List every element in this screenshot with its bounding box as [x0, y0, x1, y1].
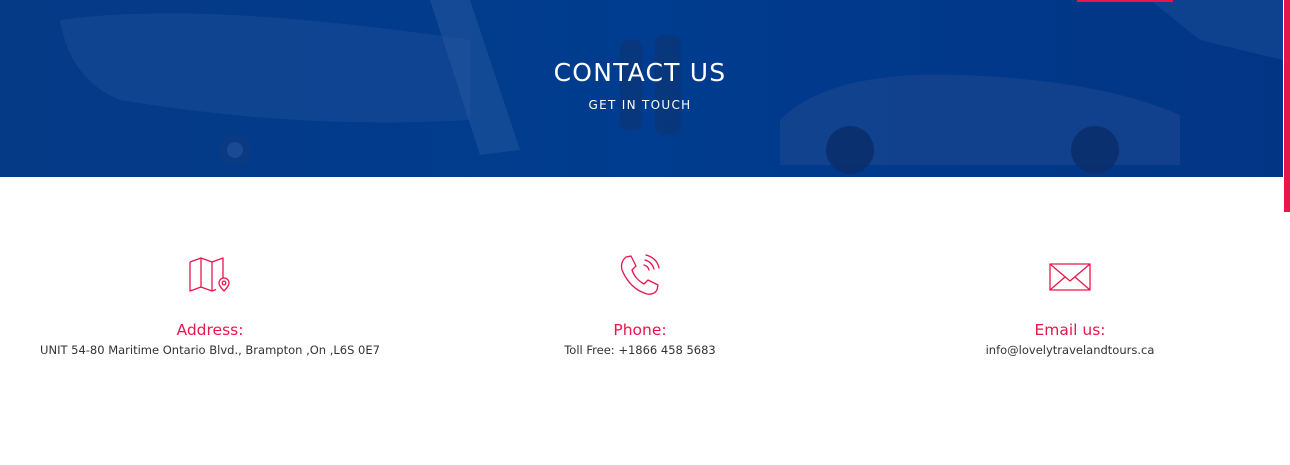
contact-email-block: Email us: info@lovelytravelandtours.ca: [920, 253, 1220, 357]
address-label: Address:: [176, 321, 244, 339]
banner-background-photo: [0, 0, 1283, 177]
page-title: CONTACT US: [553, 58, 727, 87]
email-label: Email us:: [1034, 321, 1106, 339]
contact-address-block: Address: UNIT 54-80 Maritime Ontario Blv…: [20, 253, 400, 357]
email-value[interactable]: info@lovelytravelandtours.ca: [920, 343, 1220, 357]
contact-phone-block: Phone: Toll Free: +1866 458 5683: [470, 253, 810, 357]
phone-icon: [620, 254, 660, 295]
phone-value[interactable]: Toll Free: +1866 458 5683: [470, 343, 810, 357]
page-banner: CONTACT US GET IN TOUCH: [0, 0, 1283, 177]
phone-label: Phone:: [613, 321, 667, 339]
page-subtitle: GET IN TOUCH: [588, 98, 692, 112]
map-pin-icon: [189, 257, 230, 292]
scrollbar-thumb[interactable]: [1284, 0, 1290, 212]
envelope-icon: [1049, 263, 1091, 291]
banner-top-accent: [1077, 0, 1173, 2]
address-value: UNIT 54-80 Maritime Ontario Blvd., Bramp…: [40, 343, 380, 357]
